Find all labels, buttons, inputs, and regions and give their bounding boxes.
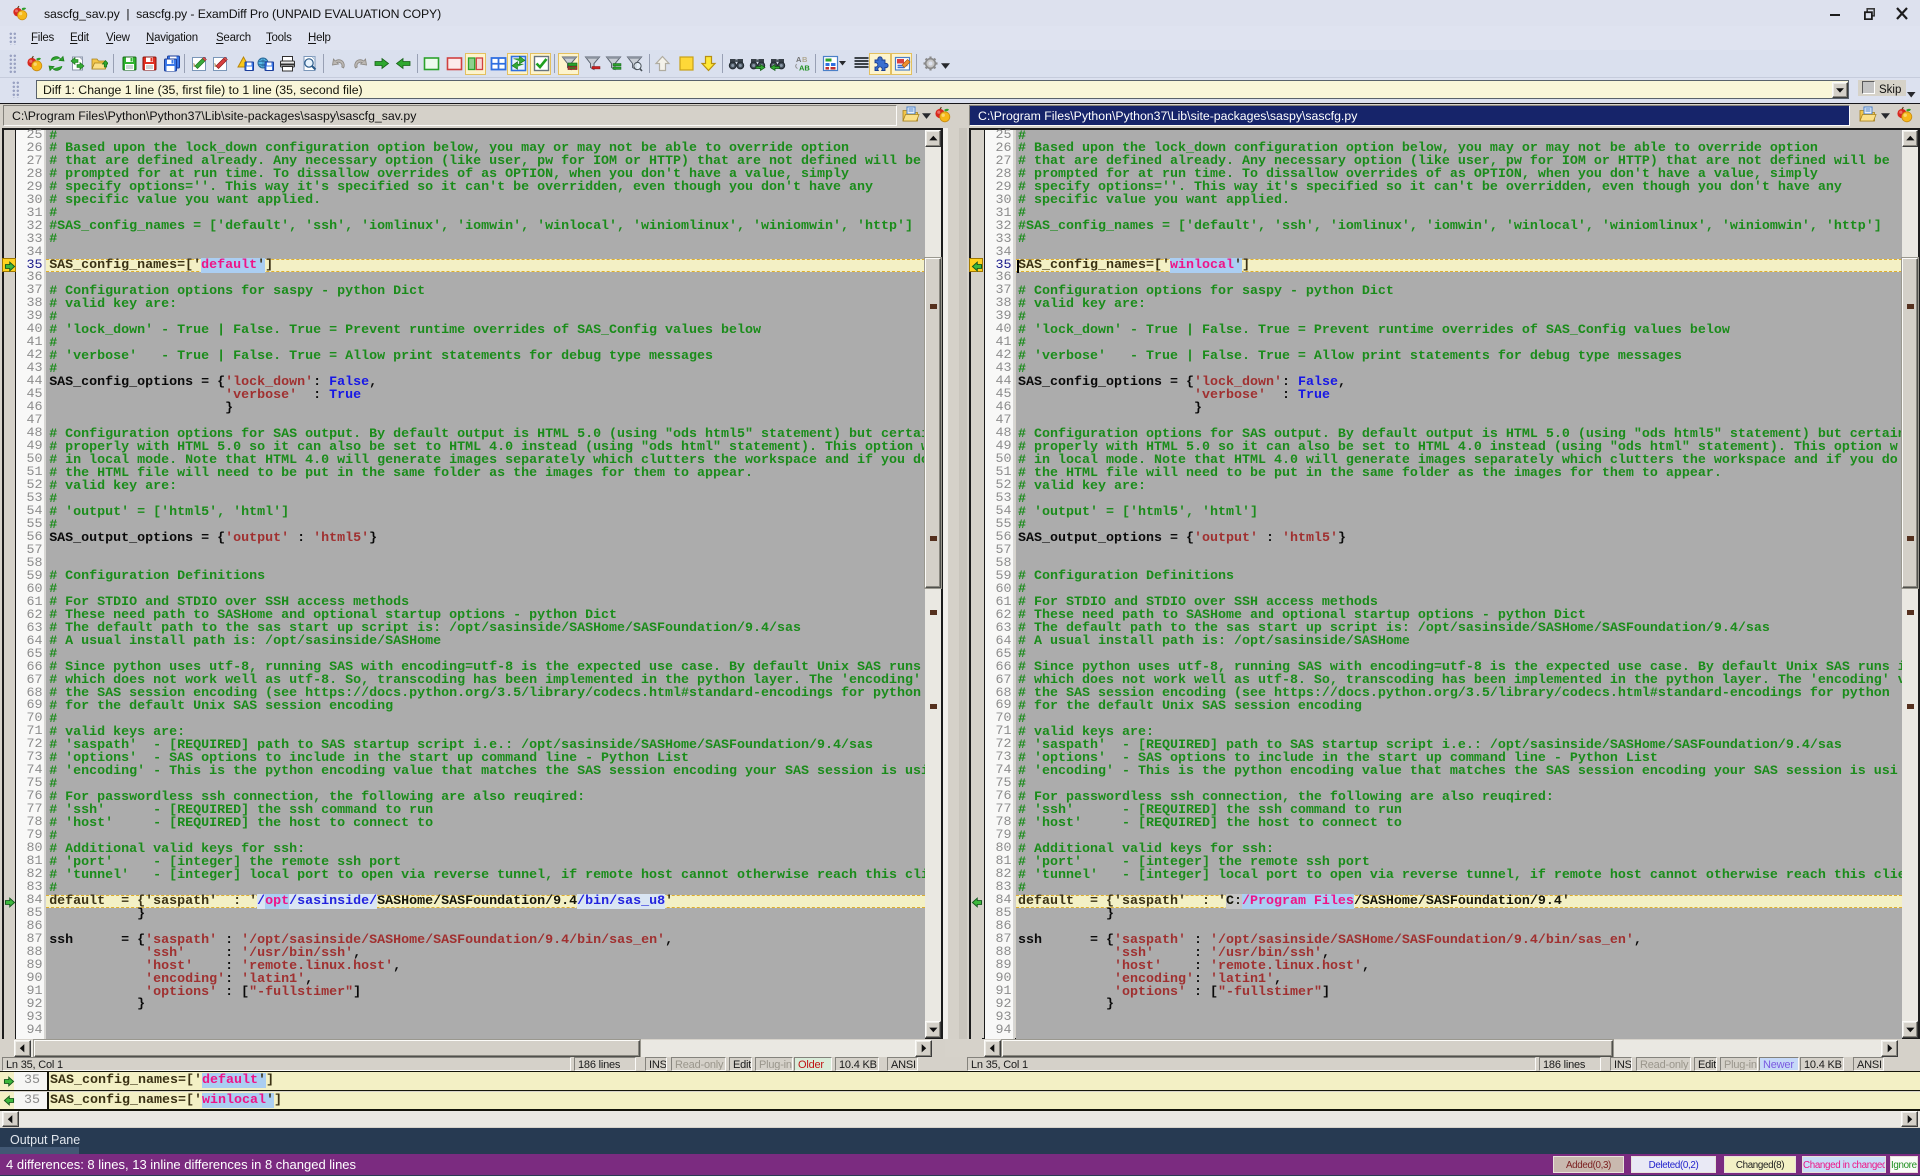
svg-text:AB: AB <box>799 64 810 73</box>
